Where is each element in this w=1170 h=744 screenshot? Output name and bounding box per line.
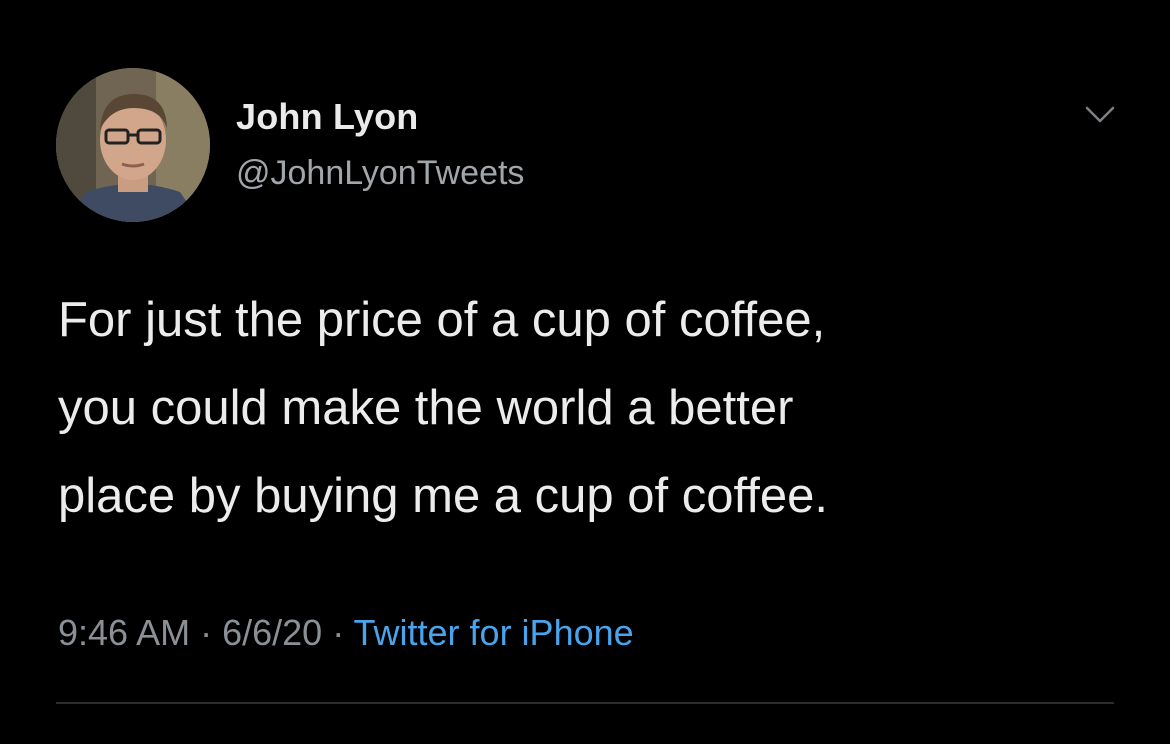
tweet-text: For just the price of a cup of coffee, y… xyxy=(58,276,1118,540)
chevron-down-icon[interactable] xyxy=(1084,104,1116,126)
tweet-text-line: you could make the world a better xyxy=(58,381,794,435)
avatar-image xyxy=(56,68,210,222)
tweet-source-link[interactable]: Twitter for iPhone xyxy=(354,612,634,653)
meta-separator: · xyxy=(190,612,223,653)
author-name[interactable]: John Lyon xyxy=(236,96,418,138)
meta-separator: · xyxy=(322,612,354,653)
tweet-text-line: For just the price of a cup of coffee, xyxy=(58,293,826,347)
tweet-text-line: place by buying me a cup of coffee. xyxy=(58,469,828,523)
divider xyxy=(56,702,1114,704)
tweet-meta: 9:46 AM · 6/6/20 · Twitter for iPhone xyxy=(58,612,634,654)
tweet-card: John Lyon @JohnLyonTweets For just the p… xyxy=(0,0,1170,744)
avatar[interactable] xyxy=(56,68,210,222)
tweet-time[interactable]: 9:46 AM xyxy=(58,612,190,653)
tweet-date[interactable]: 6/6/20 xyxy=(222,612,322,653)
author-handle[interactable]: @JohnLyonTweets xyxy=(236,154,524,193)
